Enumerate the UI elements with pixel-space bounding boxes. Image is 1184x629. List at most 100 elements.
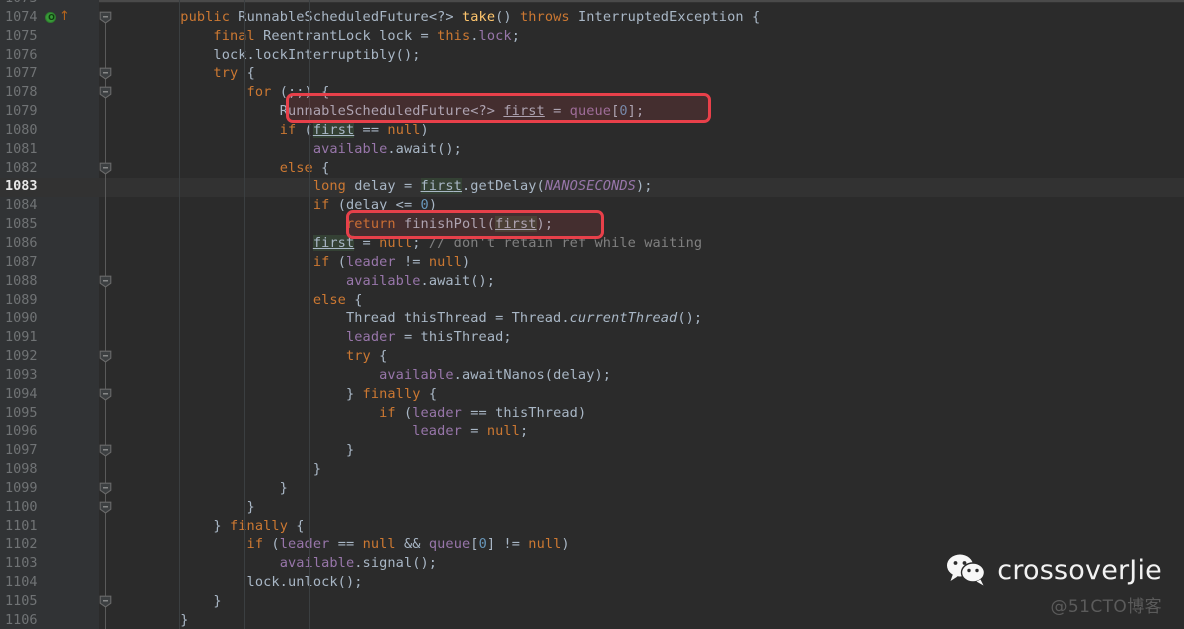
line-number[interactable]: 1099 [0,479,98,498]
code-token: if [246,536,272,553]
fold-collapse-icon[interactable] [99,595,112,608]
code-line[interactable]: if (leader == thisThread) [114,404,1184,423]
code-line[interactable]: } [114,460,1184,479]
code-token: first [312,121,355,138]
indent-guide [179,0,180,629]
line-number[interactable]: 1088 [0,272,98,291]
code-line[interactable]: else { [114,159,1184,178]
code-line[interactable]: } [114,441,1184,460]
code-line[interactable]: if (first == null) [114,121,1184,140]
code-line[interactable]: else { [114,291,1184,310]
code-line[interactable]: } [114,498,1184,517]
fold-collapse-icon[interactable] [99,86,112,99]
fold-collapse-icon[interactable] [99,11,112,24]
code-line[interactable]: leader = thisThread; [114,328,1184,347]
code-line[interactable] [114,0,1184,8]
code-token: available [345,272,421,289]
line-number[interactable]: 1105 [0,592,98,611]
line-number[interactable]: 1096 [0,422,98,441]
line-number[interactable]: 1084 [0,196,98,215]
code-token: else [279,159,322,176]
code-line[interactable]: public RunnableScheduledFuture<?> take()… [114,8,1184,27]
line-number[interactable]: 1090 [0,309,98,328]
line-number[interactable]: 1104 [0,573,98,592]
code-token: ( [337,253,346,270]
line-number[interactable]: 1078 [0,83,98,102]
code-line[interactable]: Thread thisThread = Thread.currentThread… [114,309,1184,328]
line-number[interactable]: 1093 [0,366,98,385]
line-number[interactable]: 1103 [0,554,98,573]
line-number[interactable]: 1076 [0,46,98,65]
code-line[interactable]: available.await(); [114,140,1184,159]
line-number[interactable]: 1106 [0,611,98,629]
line-number[interactable]: 1087 [0,253,98,272]
line-number-label: 1077 [5,65,38,82]
line-number[interactable]: 1079 [0,102,98,121]
fold-collapse-icon[interactable] [99,444,112,458]
line-number[interactable]: 1091 [0,328,98,347]
override-method-icon[interactable] [45,11,57,23]
line-number[interactable]: 1098 [0,460,98,479]
arrow-up-icon[interactable]: ↑ [59,9,70,24]
line-number[interactable]: 1086 [0,234,98,253]
line-number[interactable]: 1082 [0,159,98,178]
code-line[interactable]: if (leader != null) [114,253,1184,272]
line-number[interactable]: 1100 [0,498,98,517]
code-line[interactable]: long delay = first.getDelay(NANOSECONDS)… [114,177,1184,196]
fold-collapse-icon[interactable] [99,275,112,288]
code-line[interactable]: } finally { [114,385,1184,404]
fold-marker-column[interactable] [98,0,114,629]
code-line[interactable]: } finally { [114,517,1184,536]
fold-collapse-icon[interactable] [99,388,112,401]
code-editor[interactable]: 10731074 ↑ 1075 1076 1077 1078 10791080 1081 108… [0,0,1184,629]
fold-collapse-icon[interactable] [99,482,112,495]
code-token: ( [403,404,413,421]
code-token: available [279,555,355,572]
line-number[interactable]: 1094 [0,385,98,404]
line-number[interactable]: 1083 [0,177,98,196]
code-line[interactable]: } [114,592,1184,611]
line-number-column[interactable]: 10731074 ↑ 1075 1076 1077 1078 10791080 1081 108… [0,0,98,629]
code-line[interactable]: RunnableScheduledFuture<?> first = queue… [114,102,1184,121]
line-number[interactable]: 1102 [0,535,98,554]
line-number[interactable]: 1097 [0,441,98,460]
line-number[interactable]: 1074 ↑ [0,8,98,27]
code-line[interactable]: available.awaitNanos(delay); [114,366,1184,385]
fold-collapse-icon[interactable] [99,501,112,514]
code-line[interactable]: available.await(); [114,272,1184,291]
line-number-label: 1101 [5,517,38,534]
code-line[interactable]: first = null; // don't retain ref while … [114,234,1184,253]
line-number[interactable]: 1081 [0,140,98,159]
line-number[interactable]: 1077 [0,64,98,83]
fold-collapse-icon[interactable] [99,350,112,363]
code-line[interactable]: } [114,479,1184,498]
line-number[interactable]: 1095 [0,404,98,423]
line-number[interactable]: 1085 [0,215,98,234]
code-token: InterruptedException [577,8,752,25]
code-line[interactable]: if (delay <= 0) [114,196,1184,215]
code-line[interactable]: } [114,611,1184,629]
code-line[interactable]: return finishPoll(first); [114,215,1184,234]
code-line[interactable]: lock.lockInterruptibly(); [114,46,1184,65]
code-line[interactable]: for (;;) { [114,83,1184,102]
line-number[interactable]: 1080 [0,121,98,140]
line-number-label: 1080 [5,121,38,138]
code-token: final [213,27,264,44]
code-line[interactable]: try { [114,347,1184,366]
fold-collapse-icon[interactable] [99,67,112,81]
code-token: queue [569,103,612,120]
code-line[interactable]: try { [114,64,1184,83]
code-line[interactable]: if (leader == null && queue[0] != null) [114,535,1184,554]
line-number[interactable]: 1073 [0,0,98,8]
code-content[interactable]: public RunnableScheduledFuture<?> take()… [114,0,1184,629]
code-token: 0 [478,536,487,553]
code-line[interactable]: leader = null; [114,422,1184,441]
code-token: firs [420,178,454,195]
fold-collapse-icon[interactable] [99,162,112,175]
code-line[interactable]: final ReentrantLock lock = this.lock; [114,27,1184,46]
line-number[interactable]: 1075 [0,27,98,46]
line-number[interactable]: 1089 [0,291,98,310]
code-token: ); [536,216,554,233]
line-number[interactable]: 1101 [0,517,98,536]
line-number[interactable]: 1092 [0,347,98,366]
